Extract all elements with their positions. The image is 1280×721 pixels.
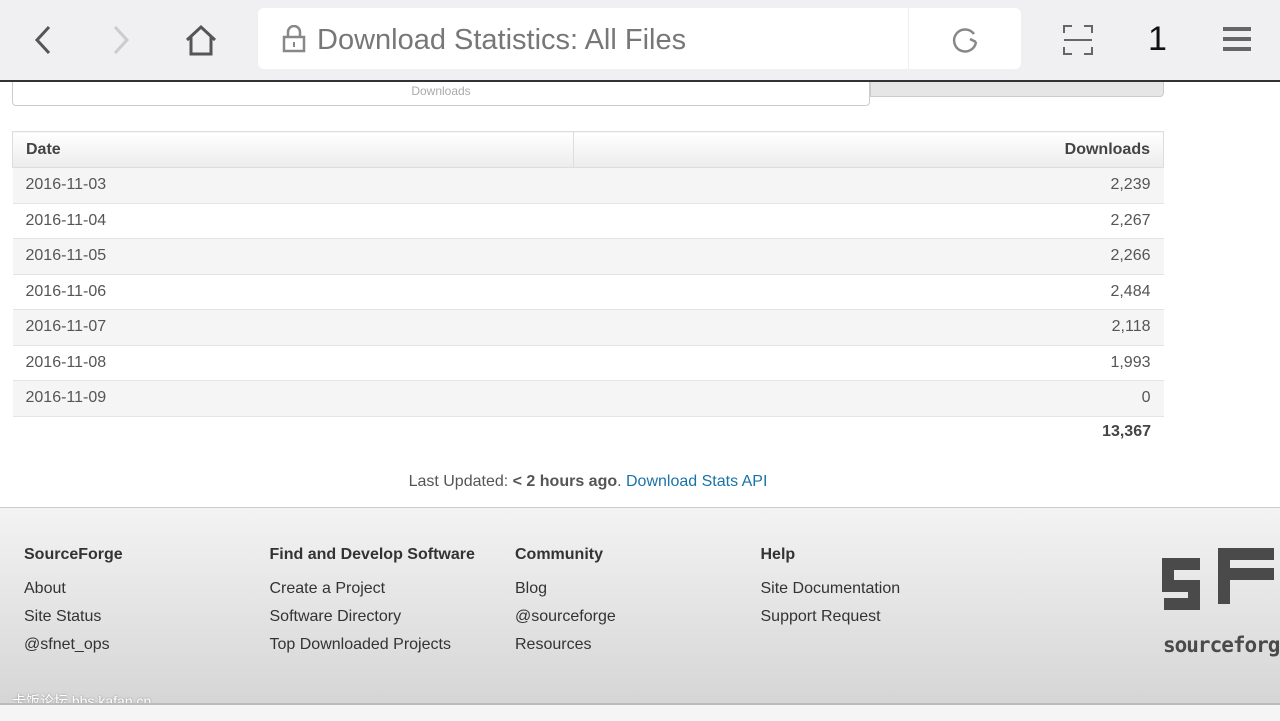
table-row: 2016-11-06 2,484 [12, 274, 1164, 310]
sourceforge-logo[interactable]: sourceforge [1160, 544, 1280, 664]
table-row: 2016-11-08 1,993 [12, 345, 1164, 381]
footer-link[interactable]: @sfnet_ops [24, 636, 123, 664]
table-row: 2016-11-05 2,266 [12, 238, 1164, 275]
download-stats-api-link[interactable]: Download Stats API [626, 473, 767, 490]
footer-column-title: Community [515, 546, 603, 563]
footer-column: Find and Develop Software Create a Projec… [270, 546, 475, 664]
last-updated: Last Updated: < 2 hours ago. Download St… [0, 473, 1176, 491]
reload-icon[interactable] [950, 25, 980, 55]
footer-link[interactable]: Site Status [24, 608, 123, 636]
footer-link[interactable]: Blog [515, 580, 616, 608]
downloads-cell: 2,266 [573, 238, 1164, 275]
chart-x-label: Downloads [411, 84, 471, 98]
date-cell: 2016-11-08 [12, 345, 574, 381]
home-button[interactable] [179, 18, 223, 62]
table-row: 2016-11-09 0 [12, 380, 1164, 417]
footer-link[interactable]: Top Downloaded Projects [270, 636, 475, 664]
downloads-cell: 2,267 [573, 203, 1164, 239]
menu-icon[interactable] [1223, 26, 1251, 52]
footer: SourceForge About Site Status @sfnet_ops Fin… [0, 507, 1280, 721]
footer-link[interactable]: Software Directory [270, 608, 475, 636]
table-row: 2016-11-04 2,267 [12, 203, 1164, 239]
footer-column: Community Blog @sourceforge Resources [515, 546, 616, 664]
back-button[interactable] [21, 18, 65, 62]
address-bar[interactable]: Download Statistics: All Files [258, 8, 1021, 69]
lock-icon [282, 25, 306, 53]
downloads-cell: 2,484 [573, 274, 1164, 310]
total-downloads: 13,367 [1102, 423, 1151, 440]
downloads-cell: 1,993 [573, 345, 1164, 381]
downloads-table: Date Downloads 2016-11-03 2,239 2016-11-04 2… [12, 131, 1165, 417]
footer-column-title: Help [760, 546, 796, 563]
date-cell: 2016-11-06 [12, 274, 574, 310]
date-cell: 2016-11-07 [12, 309, 574, 346]
chevron-left-icon [34, 25, 51, 55]
table-row: 2016-11-03 2,239 [12, 167, 1164, 204]
forward-button[interactable] [99, 18, 143, 62]
header-downloads[interactable]: Downloads [572, 131, 1165, 168]
downloads-cell: 0 [573, 380, 1164, 417]
tab-count[interactable]: 1 [1148, 20, 1167, 59]
footer-link[interactable]: Site Documentation [761, 580, 901, 608]
svg-text:sourceforge: sourceforge [1163, 633, 1280, 657]
footer-link[interactable]: About [24, 580, 123, 608]
header-date[interactable]: Date [12, 131, 574, 168]
divider [908, 8, 909, 69]
footer-column-title: Find and Develop Software [269, 546, 475, 563]
footer-link[interactable]: Support Request [761, 608, 901, 636]
fullscreen-icon[interactable] [1063, 25, 1093, 55]
date-cell: 2016-11-09 [12, 380, 574, 417]
sf-logo-icon: sourceforge [1162, 548, 1280, 657]
home-icon [185, 24, 217, 56]
chevron-right-icon [113, 25, 130, 55]
last-updated-value: < 2 hours ago [512, 473, 618, 490]
browser-toolbar: Download Statistics: All Files 1 [0, 0, 1280, 82]
footer-column: Help Site Documentation Support Request [761, 546, 901, 636]
footer-column-title: SourceForge [24, 546, 123, 563]
bottom-bar [0, 703, 1280, 721]
downloads-cell: 2,118 [573, 309, 1164, 346]
footer-link[interactable]: Resources [515, 636, 616, 664]
date-cell: 2016-11-04 [12, 203, 574, 239]
footer-link[interactable]: @sourceforge [515, 608, 616, 636]
footer-column: SourceForge About Site Status @sfnet_ops [24, 546, 123, 664]
downloads-cell: 2,239 [573, 167, 1164, 204]
table-row: 2016-11-07 2,118 [12, 309, 1164, 346]
separator: . [617, 473, 626, 490]
footer-link[interactable]: Create a Project [270, 580, 475, 608]
page-title: Download Statistics: All Files [317, 24, 687, 56]
date-cell: 2016-11-03 [12, 167, 574, 204]
date-cell: 2016-11-05 [12, 238, 574, 275]
last-updated-label: Last Updated: [408, 473, 513, 490]
